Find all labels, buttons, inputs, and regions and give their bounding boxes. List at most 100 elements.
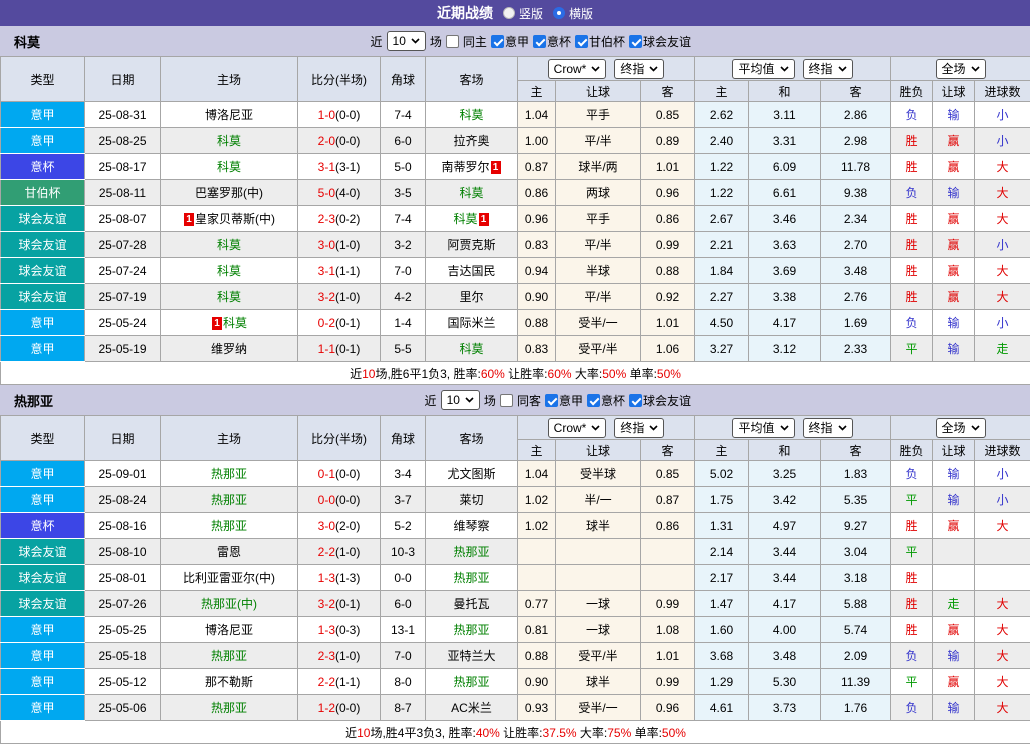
league-checkbox-球会友谊[interactable] xyxy=(629,394,642,407)
result-winloss: 胜 xyxy=(891,232,933,258)
sub-ah-away: 客 xyxy=(641,440,695,461)
score: 1-3(0-3) xyxy=(298,617,381,643)
eu-away-odds: 11.39 xyxy=(821,669,891,695)
chevron-down-icon xyxy=(838,425,847,431)
match-date: 25-07-19 xyxy=(85,284,161,310)
corner-score: 10-3 xyxy=(381,539,426,565)
eu-home-odds: 1.75 xyxy=(695,487,749,513)
summary-segment: 让胜率: xyxy=(500,726,543,740)
match-date: 25-08-07 xyxy=(85,206,161,232)
eu-final-select[interactable]: 终指 xyxy=(803,418,853,438)
match-row: 意杯25-08-16热那亚3-0(2-0)5-2维琴察1.02球半0.861.3… xyxy=(1,513,1030,539)
eu-home-odds: 2.27 xyxy=(695,284,749,310)
match-date: 25-08-10 xyxy=(85,539,161,565)
bookmaker-select[interactable]: Crow* xyxy=(548,59,607,79)
result-handicap: 赢 xyxy=(933,154,975,180)
radio-horizontal[interactable]: 横版 xyxy=(553,5,593,22)
league-checkbox-意甲[interactable] xyxy=(491,35,504,48)
eu-final-select[interactable]: 终指 xyxy=(803,59,853,79)
radio-vertical-button[interactable] xyxy=(503,7,515,19)
result-group-header: 全场 xyxy=(891,416,1030,440)
league-checkbox-意杯[interactable] xyxy=(533,35,546,48)
ah-home-odds: 0.96 xyxy=(518,206,556,232)
league-checkbox-甘伯杯[interactable] xyxy=(575,35,588,48)
eu-home-odds: 3.27 xyxy=(695,336,749,362)
col-home: 主场 xyxy=(161,57,298,102)
corner-score: 8-7 xyxy=(381,695,426,721)
red-card-badge: 1 xyxy=(184,213,194,226)
eu-draw-odds: 3.11 xyxy=(749,102,821,128)
ah-final-select[interactable]: 终指 xyxy=(614,59,664,79)
home-team: 科莫 xyxy=(161,284,298,310)
ah-line: 平/半 xyxy=(556,128,641,154)
ah-home-odds: 0.86 xyxy=(518,180,556,206)
chevron-down-icon xyxy=(838,66,847,72)
league-label: 甘伯杯 xyxy=(589,33,625,50)
eu-draw-odds: 3.12 xyxy=(749,336,821,362)
summary-segment: 60% xyxy=(481,367,505,381)
recent-count-select[interactable]: 10 xyxy=(441,390,480,410)
same-venue-checkbox[interactable] xyxy=(446,35,459,48)
summary-segment: 大率: xyxy=(572,367,603,381)
sub-eu-home: 主 xyxy=(695,81,749,102)
ah-away-odds: 0.99 xyxy=(641,232,695,258)
match-date: 25-09-01 xyxy=(85,461,161,487)
scope-select[interactable]: 全场 xyxy=(936,418,986,438)
away-team: AC米兰 xyxy=(426,695,518,721)
team-name: 热那亚 xyxy=(14,391,53,410)
ah-line: 平/半 xyxy=(556,284,641,310)
league-checkbox-球会友谊[interactable] xyxy=(629,35,642,48)
eu-home-odds: 2.17 xyxy=(695,565,749,591)
eu-home-odds: 2.14 xyxy=(695,539,749,565)
near-label: 近 xyxy=(425,392,437,409)
home-team: 热那亚 xyxy=(161,461,298,487)
home-team: 1皇家贝蒂斯(中) xyxy=(161,206,298,232)
same-venue-label: 同主 xyxy=(463,33,487,50)
home-team: 科莫 xyxy=(161,232,298,258)
match-date: 25-08-01 xyxy=(85,565,161,591)
team-name: 科莫 xyxy=(14,32,40,51)
eu-away-odds: 2.33 xyxy=(821,336,891,362)
filter-bar: 近 10 场 同客 意甲意杯球会友谊 xyxy=(425,390,694,410)
sub-winloss: 胜负 xyxy=(891,81,933,102)
away-team: 里尔 xyxy=(426,284,518,310)
home-team: 热那亚 xyxy=(161,513,298,539)
league-checkbox-意甲[interactable] xyxy=(545,394,558,407)
score: 0-1(0-0) xyxy=(298,461,381,487)
match-type-badge: 意甲 xyxy=(1,695,85,721)
result-goals: 大 xyxy=(975,258,1030,284)
same-venue-checkbox[interactable] xyxy=(500,394,513,407)
recent-count-select[interactable]: 10 xyxy=(387,31,426,51)
ah-home-odds: 0.93 xyxy=(518,695,556,721)
summary-segment: 50% xyxy=(602,367,626,381)
eu-draw-odds: 3.63 xyxy=(749,232,821,258)
radio-vertical[interactable]: 竖版 xyxy=(503,5,543,22)
away-team: 拉齐奥 xyxy=(426,128,518,154)
away-team: 吉达国民 xyxy=(426,258,518,284)
col-type: 类型 xyxy=(1,416,85,461)
eu-average-select[interactable]: 平均值 xyxy=(732,418,794,438)
radio-horizontal-button[interactable] xyxy=(553,7,565,19)
corner-score: 7-4 xyxy=(381,102,426,128)
ah-line: 半/一 xyxy=(556,487,641,513)
red-card-badge: 1 xyxy=(491,161,501,174)
match-date: 25-08-17 xyxy=(85,154,161,180)
ah-line: 球半 xyxy=(556,669,641,695)
chevron-down-icon xyxy=(780,66,789,72)
score: 0-2(0-1) xyxy=(298,310,381,336)
ah-final-select[interactable]: 终指 xyxy=(614,418,664,438)
eu-average-select[interactable]: 平均值 xyxy=(732,59,794,79)
eu-home-odds: 1.29 xyxy=(695,669,749,695)
result-group-header: 全场 xyxy=(891,57,1030,81)
match-date: 25-05-12 xyxy=(85,669,161,695)
result-handicap: 走 xyxy=(933,591,975,617)
corner-score: 7-4 xyxy=(381,206,426,232)
league-checkbox-意杯[interactable] xyxy=(587,394,600,407)
score: 5-0(4-0) xyxy=(298,180,381,206)
bookmaker-select[interactable]: Crow* xyxy=(548,418,607,438)
scope-select[interactable]: 全场 xyxy=(936,59,986,79)
eu-home-odds: 1.84 xyxy=(695,258,749,284)
ah-away-odds: 0.87 xyxy=(641,487,695,513)
chevron-down-icon xyxy=(465,397,474,403)
eu-draw-odds: 3.48 xyxy=(749,643,821,669)
